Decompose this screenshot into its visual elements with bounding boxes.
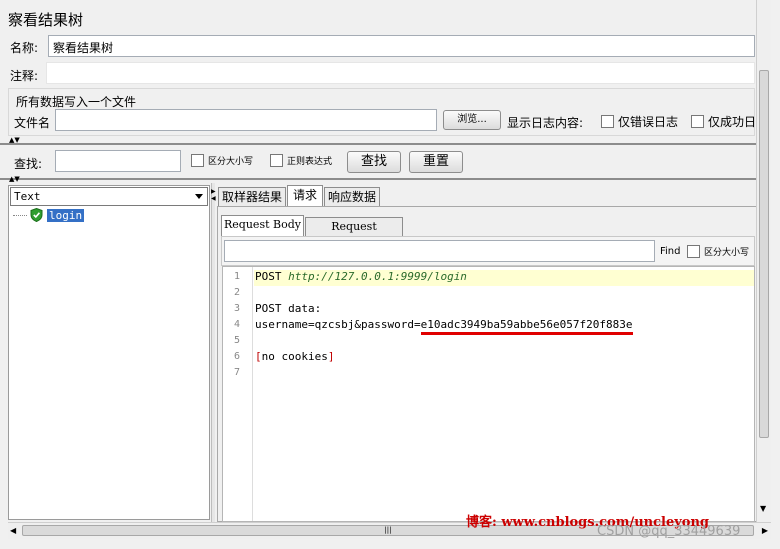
find-bar-label: Find	[660, 246, 681, 257]
name-input-value: 察看结果树	[53, 41, 114, 55]
case-sensitive-checkbox[interactable]	[191, 154, 204, 167]
tree-item-login[interactable]: login	[13, 208, 85, 222]
line-number: 7	[233, 367, 241, 378]
request-body-editor[interactable]: 1 2 3 4 5 6 7 POST http://127.0.0.1:9999…	[222, 266, 755, 522]
renderer-select[interactable]: Text	[10, 187, 208, 206]
find-bar-case-label: 区分大小写	[704, 248, 750, 258]
name-label: 名称:	[10, 41, 39, 55]
line-number: 3	[233, 303, 241, 314]
splitter-arrows-icon[interactable]: ▶ ◀	[211, 188, 216, 202]
errors-only-checkbox[interactable]	[601, 115, 614, 128]
regex-option[interactable]: 正则表达式	[270, 154, 332, 167]
find-bar-case-option[interactable]: 区分大小写	[687, 245, 749, 258]
collapse-arrows-icon-2[interactable]: ▲▼	[9, 176, 20, 183]
splitter-top[interactable]	[0, 143, 768, 145]
tab-request[interactable]: 请求	[287, 185, 323, 206]
regex-checkbox[interactable]	[270, 154, 283, 167]
search-input[interactable]	[55, 150, 181, 172]
find-bar-case-checkbox[interactable]	[687, 245, 700, 258]
line-number: 4	[233, 319, 241, 330]
regex-label: 正则表达式	[287, 157, 333, 167]
tree-item-label: login	[47, 208, 85, 222]
comment-input[interactable]	[46, 62, 755, 84]
find-bar-input[interactable]	[224, 240, 655, 262]
line-number: 5	[233, 335, 241, 346]
scroll-right-icon[interactable]: ▶	[762, 526, 768, 535]
reset-button[interactable]: 重置	[409, 151, 463, 173]
renderer-select-value: Text	[14, 190, 41, 203]
comment-label: 注释:	[10, 69, 39, 83]
vertical-scrollbar[interactable]: ▼	[756, 0, 771, 522]
filename-label: 文件名	[14, 116, 51, 130]
no-cookies-text: no cookies	[261, 350, 328, 363]
http-method: POST	[255, 270, 289, 283]
chevron-down-icon	[195, 194, 203, 199]
subtab-request-body[interactable]: Request Body	[221, 215, 304, 236]
tab-response-data[interactable]: 响应数据	[324, 187, 380, 206]
line-number: 1	[233, 271, 241, 282]
name-input[interactable]: 察看结果树	[48, 35, 755, 57]
filename-input[interactable]	[55, 109, 437, 131]
scroll-left-icon[interactable]: ◀	[10, 526, 16, 535]
code-line-6: [no cookies]	[255, 350, 335, 363]
code-line-3: POST data:	[255, 302, 322, 315]
code-line-4: username=qzcsbj&password=e10adc3949ba59a…	[255, 318, 633, 335]
browse-button[interactable]: 浏览...	[443, 110, 501, 130]
success-only-option[interactable]: 仅成功日	[691, 113, 756, 130]
tree-connector	[13, 214, 27, 216]
results-tree-pane: Text login	[8, 185, 210, 520]
tab-sampler-result[interactable]: 取样器结果	[218, 187, 286, 206]
scroll-down-icon[interactable]: ▼	[760, 504, 766, 513]
success-shield-icon	[30, 208, 43, 222]
post-params: username=qzcsbj&password=	[255, 318, 421, 331]
password-hash: e10adc3949ba59abbe56e057f20f883e	[420, 318, 633, 335]
csdn-watermark: CSDN @qq_33449639	[597, 524, 741, 539]
request-url: http://127.0.0.1:9999/login	[288, 270, 467, 283]
line-number: 6	[233, 351, 241, 362]
search-label: 查找:	[14, 157, 43, 171]
vertical-splitter[interactable]	[211, 183, 215, 523]
log-content-label: 显示日志内容:	[507, 116, 584, 130]
success-only-checkbox[interactable]	[691, 115, 704, 128]
line-number-gutter: 1 2 3 4 5 6 7	[223, 267, 253, 521]
errors-only-option[interactable]: 仅错误日志	[601, 113, 678, 130]
success-only-label: 仅成功日	[708, 115, 757, 129]
vertical-scrollbar-thumb[interactable]	[759, 70, 769, 438]
panel-title: 察看结果树	[8, 11, 84, 29]
line-number: 2	[233, 287, 241, 298]
find-button[interactable]: 查找	[347, 151, 401, 173]
subtab-request-headers[interactable]: Request Headers	[305, 217, 403, 251]
code-line-1: POST http://127.0.0.1:9999/login	[255, 270, 467, 283]
case-sensitive-option[interactable]: 区分大小写	[191, 154, 253, 167]
case-sensitive-label: 区分大小写	[208, 157, 254, 167]
errors-only-label: 仅错误日志	[618, 115, 679, 129]
file-section-heading: 所有数据写入一个文件	[16, 95, 137, 109]
splitter-middle[interactable]	[0, 178, 768, 180]
